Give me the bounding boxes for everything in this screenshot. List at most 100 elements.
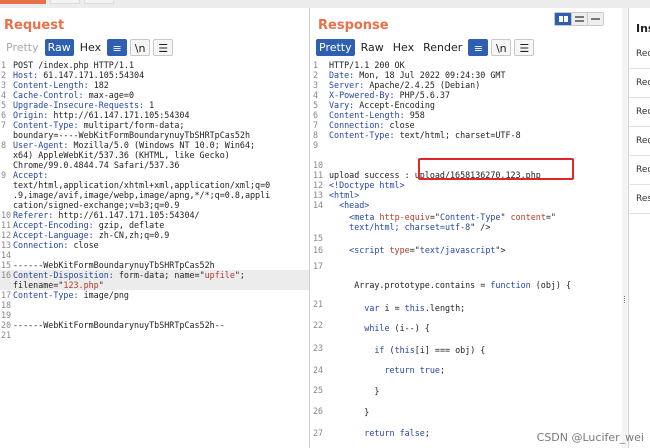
tab-stub[interactable] <box>84 0 114 4</box>
inspector-row[interactable]: Req <box>629 69 650 98</box>
code-token: x64) AppleWebKit/537.36 (KHTML, like Gec… <box>13 150 230 160</box>
horizontal-view-icon[interactable] <box>571 13 587 25</box>
format-options-icon[interactable]: ≡ <box>107 39 128 56</box>
request-toolbar: Pretty Raw Hex ≡ \n ☰ <box>3 39 174 56</box>
layout-switcher <box>554 12 604 26</box>
code-token: content <box>510 212 546 222</box>
code-line: 4 Cache-Control: max-age=0 <box>0 90 309 100</box>
code-line: 12 <!Doctype html> <box>311 180 622 190</box>
code-line: filename="123.php" <box>0 280 309 290</box>
single-view-icon[interactable] <box>587 13 603 25</box>
code-line: 5 Vary: Accept-Encoding <box>311 100 622 110</box>
inspector-row[interactable]: Req <box>629 127 650 156</box>
code-line: 8 User-Agent: Mozilla/5.0 (Windows NT 10.… <box>0 140 309 150</box>
code-text: Accept: <box>13 170 48 180</box>
line-number: 12 <box>1 230 12 240</box>
inspector-row[interactable]: Req <box>629 156 650 185</box>
line-number: 14 <box>1 250 12 260</box>
line-number: 4 <box>313 90 319 100</box>
response-editor[interactable]: 1 HTTP/1.1 200 OK 2 Date: Mon, 18 Jul 2022 … <box>311 60 622 448</box>
line-number: 16 <box>1 270 12 280</box>
code-text: <!Doctype html> <box>329 180 405 190</box>
raw-tab[interactable]: Raw <box>358 39 387 56</box>
code-token: type <box>389 245 410 255</box>
code-line: 3 Server: Apache/2.4.25 (Debian) <box>311 80 622 90</box>
code-token: Mon, 18 Jul 2022 09:24:30 GMT <box>359 70 506 80</box>
code-line: } <box>311 386 622 396</box>
code-token: 958 <box>409 110 425 120</box>
menu-icon[interactable]: ☰ <box>514 39 535 56</box>
code-line: 17 Content-Type: image/png <box>0 290 309 300</box>
code-text: Date: Mon, 18 Jul 2022 09:24:30 GMT <box>329 70 506 80</box>
code-token: while <box>364 323 390 333</box>
line-number: 14 <box>313 200 324 210</box>
code-line: 11 Accept-Encoding: gzip, deflate <box>0 220 309 230</box>
line-number: 7 <box>313 120 319 130</box>
code-token: Chrome/99.0.4844.74 Safari/537.36 <box>13 160 180 170</box>
code-token: text/javascript <box>419 245 496 255</box>
code-token: 123.php <box>63 280 99 290</box>
hex-tab[interactable]: Hex <box>77 39 104 56</box>
split-view-icon[interactable] <box>555 13 571 25</box>
code-line: boundary=----WebKitFormBoundarynuyTbSHRT… <box>0 130 309 140</box>
line-number: 8 <box>1 140 7 150</box>
code-text: Accept-Encoding: gzip, deflate <box>13 220 164 230</box>
code-token: this <box>404 303 425 313</box>
newline-toggle-icon[interactable]: \n <box>491 39 512 56</box>
code-token: POST /index.php HTTP/1.1 <box>13 60 135 70</box>
code-token: } <box>329 386 380 396</box>
code-token: " <box>500 212 511 222</box>
code-text: filename="123.php" <box>13 280 104 290</box>
code-token: ; <box>424 428 430 438</box>
code-text: Connection: close <box>13 240 99 250</box>
code-line: 10 Referer: http://61.147.171.105:54304/ <box>0 210 309 220</box>
pretty-tab[interactable]: Pretty <box>316 39 355 56</box>
code-line: Chrome/99.0.4844.74 Safari/537.36 <box>0 160 309 170</box>
code-text: while (i--) { <box>329 323 430 333</box>
render-tab[interactable]: Render <box>420 39 465 56</box>
inspector-row[interactable]: Req <box>629 40 650 69</box>
code-text: Cache-Control: max-age=0 <box>13 90 134 100</box>
code-line: return true; <box>311 365 622 375</box>
code-text: var i = this.length; <box>329 303 465 313</box>
newline-toggle-icon[interactable]: \n <box>130 39 151 56</box>
pretty-tab[interactable]: Pretty <box>3 39 42 56</box>
code-text: Origin: http://61.147.171.105:54304 <box>13 110 189 120</box>
code-token: return false <box>364 428 425 438</box>
menu-icon[interactable]: ☰ <box>153 39 174 56</box>
request-editor[interactable]: 1 POST /index.php HTTP/1.1 2 Host: 61.147.1… <box>0 60 309 448</box>
line-number: 11 <box>1 220 12 230</box>
line-number: 1 <box>1 60 7 70</box>
response-title: Response <box>318 18 389 33</box>
code-line: 2 Host: 61.147.171.105:54304 <box>0 70 309 80</box>
inspector-row[interactable]: Res <box>629 185 650 214</box>
code-line: while (i--) { <box>311 323 622 333</box>
code-line: 15 <box>311 233 622 243</box>
tab-stub[interactable] <box>0 0 46 4</box>
line-number: 21 <box>1 330 12 340</box>
code-token: Mozilla/5.0 (Windows NT 10.0; Win64; <box>73 140 256 150</box>
code-token: ; <box>439 365 445 375</box>
code-token: Apache/2.4.25 (Debian) <box>369 80 481 90</box>
code-token: Array.prototype.contains = <box>329 280 491 290</box>
code-token: text/html; charset=UTF-8 <box>399 130 521 140</box>
inspector-row[interactable]: Req <box>629 98 650 127</box>
splitter-grip-icon[interactable] <box>624 296 626 303</box>
code-token: http://61.147.171.105:54304 <box>53 110 190 120</box>
code-text: X-Powered-By: PHP/5.6.37 <box>329 90 450 100</box>
format-options-icon[interactable]: ≡ <box>468 39 489 56</box>
code-line: 20 ------WebKitFormBoundarynuyTbSHRTpCas5… <box>0 320 309 330</box>
code-token: var <box>364 303 380 313</box>
code-token: Content-Type: <box>329 130 400 140</box>
tab-stub[interactable] <box>50 0 80 4</box>
code-line: x64) AppleWebKit/537.36 (KHTML, like Gec… <box>0 150 309 160</box>
hex-tab[interactable]: Hex <box>390 39 417 56</box>
raw-tab[interactable]: Raw <box>44 39 74 56</box>
code-line: 8 Content-Type: text/html; charset=UTF-8 <box>311 130 622 140</box>
code-line: 1 POST /index.php HTTP/1.1 <box>0 60 309 70</box>
line-number: 9 <box>313 140 319 150</box>
